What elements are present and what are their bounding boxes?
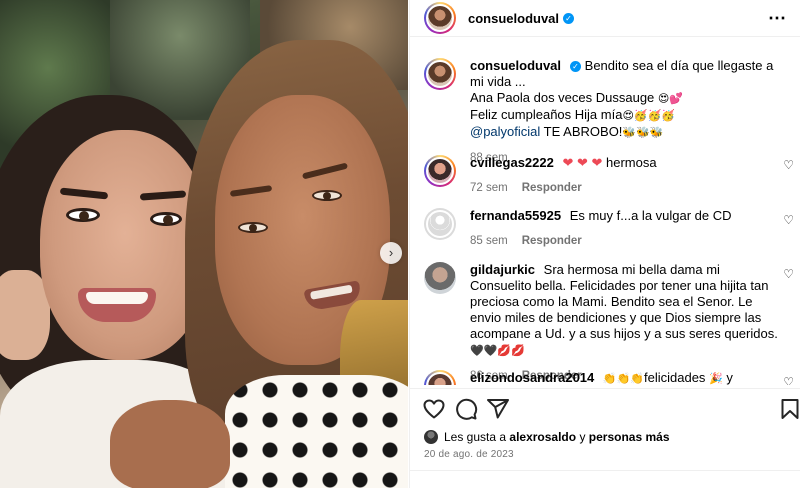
post-photo[interactable]: › (0, 0, 408, 488)
caption-mention-link[interactable]: @palyoficial (470, 124, 540, 139)
commenter-username[interactable]: elizondosandra2014 (470, 370, 594, 385)
comment-emoji: 🎉 (709, 372, 723, 385)
verified-badge-icon: ✓ (570, 61, 582, 72)
post-action-bar (410, 388, 800, 426)
comment-text: Es muy f...a la vulgar de CD (569, 208, 732, 223)
share-paper-plane-icon[interactable] (486, 397, 510, 421)
left-person-eye (66, 208, 100, 222)
likes-prefix: Les gusta a (444, 430, 507, 444)
author-avatar[interactable] (424, 58, 456, 90)
likes-summary: Les gusta a alexrosaldo y personas más (424, 430, 670, 444)
comment-item: fernanda55925 Es muy f...a la vulgar de … (424, 208, 794, 249)
comment-bubble-icon[interactable] (454, 397, 478, 421)
comment-item: gildajurkic Sra hermosa mi bella dama mi… (424, 262, 794, 384)
comment-emoji: 👏👏👏 (602, 372, 644, 385)
reply-button[interactable]: Responder (522, 182, 582, 194)
commenter-avatar[interactable] (424, 262, 456, 294)
like-heart-icon[interactable] (422, 397, 446, 421)
caption-text-line3: Feliz cumpleaños Hija mía (470, 107, 623, 122)
heart-emoji: ❤ ❤ ❤ (562, 155, 603, 170)
comment-emoji: 🖤🖤💋💋 (470, 344, 525, 357)
hand (110, 400, 230, 488)
comment-item: cvillegas2222 ❤ ❤ ❤ hermosa 72 sem Respon… (424, 155, 794, 196)
caption-text-tail: TE ABROBO! (543, 124, 623, 139)
caption-username[interactable]: consueloduval (470, 58, 561, 73)
right-person-polka-dot-blouse (225, 375, 408, 488)
commenter-username[interactable]: gildajurkic (470, 262, 535, 277)
commenter-username[interactable]: cvillegas2222 (470, 155, 554, 170)
like-comment-heart-icon[interactable]: ♡ (783, 158, 794, 172)
comments-list[interactable]: consueloduval ✓ Bendito sea el día que ll… (410, 45, 800, 385)
comment-age: 72 sem (470, 182, 508, 194)
comment-item: elizondosandra2014 👏👏👏felicidades 🎉 y be… (424, 370, 794, 385)
reply-button[interactable]: Responder (522, 235, 582, 247)
caption-emoji: 😍💕 (657, 92, 684, 105)
add-comment-row[interactable] (410, 470, 800, 488)
verified-badge-icon: ✓ (563, 12, 575, 24)
caption-emoji: 🐝🐝🐝 (622, 126, 664, 139)
left-person-smile (78, 288, 156, 322)
like-comment-heart-icon[interactable]: ♡ (783, 213, 794, 227)
comment-text: felicidades (644, 370, 706, 385)
likes-conj: y (579, 430, 586, 444)
post-date: 20 de ago. de 2023 (424, 449, 514, 460)
left-person-eye (150, 212, 182, 226)
caption: consueloduval ✓ Bendito sea el día que ll… (424, 58, 794, 166)
right-person-eye (238, 222, 268, 233)
right-person-eye (312, 190, 342, 201)
chevron-right-icon: › (388, 245, 394, 260)
commenter-avatar-placeholder[interactable] (424, 208, 456, 240)
author-username[interactable]: consueloduval (468, 11, 559, 26)
like-comment-heart-icon[interactable]: ♡ (783, 267, 794, 281)
comment-age: 85 sem (470, 235, 508, 247)
save-bookmark-icon[interactable] (778, 397, 800, 421)
commenter-avatar[interactable] (424, 155, 456, 187)
more-options-icon[interactable]: ⋯ (768, 8, 787, 29)
commenter-username[interactable]: fernanda55925 (470, 208, 561, 223)
post-header: consueloduval ✓ ⋯ (410, 0, 800, 37)
likes-others-link[interactable]: personas más (589, 430, 670, 444)
liker-avatar[interactable] (424, 430, 438, 444)
post-details-panel: consueloduval ✓ ⋯ consueloduval ✓ Bendito… (409, 0, 800, 488)
caption-emoji: 😍🥳🥳🥳 (622, 109, 676, 122)
author-avatar[interactable] (424, 2, 456, 34)
like-comment-heart-icon[interactable]: ♡ (783, 375, 794, 385)
liker-username[interactable]: alexrosaldo (509, 430, 576, 444)
carousel-next-button[interactable]: › (380, 242, 402, 264)
comment-text: hermosa (606, 155, 657, 170)
commenter-avatar[interactable] (424, 370, 456, 385)
caption-text-line2: Ana Paola dos veces Dussauge (470, 90, 655, 105)
